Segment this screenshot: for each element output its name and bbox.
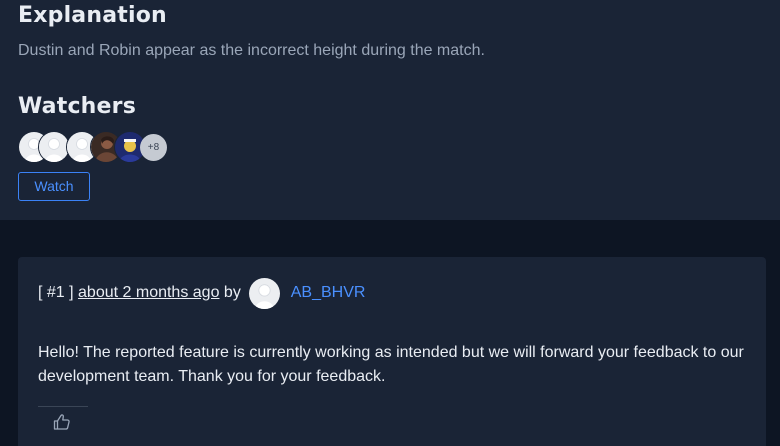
comment-divider [38,406,88,407]
watch-button[interactable]: Watch [18,172,90,201]
like-button[interactable] [52,412,72,432]
comment-meta: [ #1 ] about 2 months ago by AB_BHVR [38,277,365,309]
comment-body: Hello! The reported feature is currently… [38,344,744,385]
author-avatar[interactable] [249,277,281,309]
comment-author-link[interactable]: AB_BHVR [291,284,366,301]
report-details-panel: Explanation Dustin and Robin appear as t… [0,0,780,220]
watcher-avatars: +8 [18,131,178,163]
comment-timestamp-link[interactable]: about 2 months ago [78,284,219,301]
thumbs-up-icon [53,414,70,430]
extra-watchers-badge[interactable]: +8 [140,134,167,161]
explanation-heading: Explanation [18,3,167,28]
default-avatar-icon [39,132,69,162]
comment-card: [ #1 ] about 2 months ago by AB_BHVR Hel… [18,257,766,446]
default-avatar-icon [249,277,281,309]
comment-number: [ #1 ] [38,284,74,301]
explanation-text: Dustin and Robin appear as the incorrect… [18,42,485,59]
comment-by-label: by [223,284,241,301]
watchers-heading: Watchers [18,94,137,119]
